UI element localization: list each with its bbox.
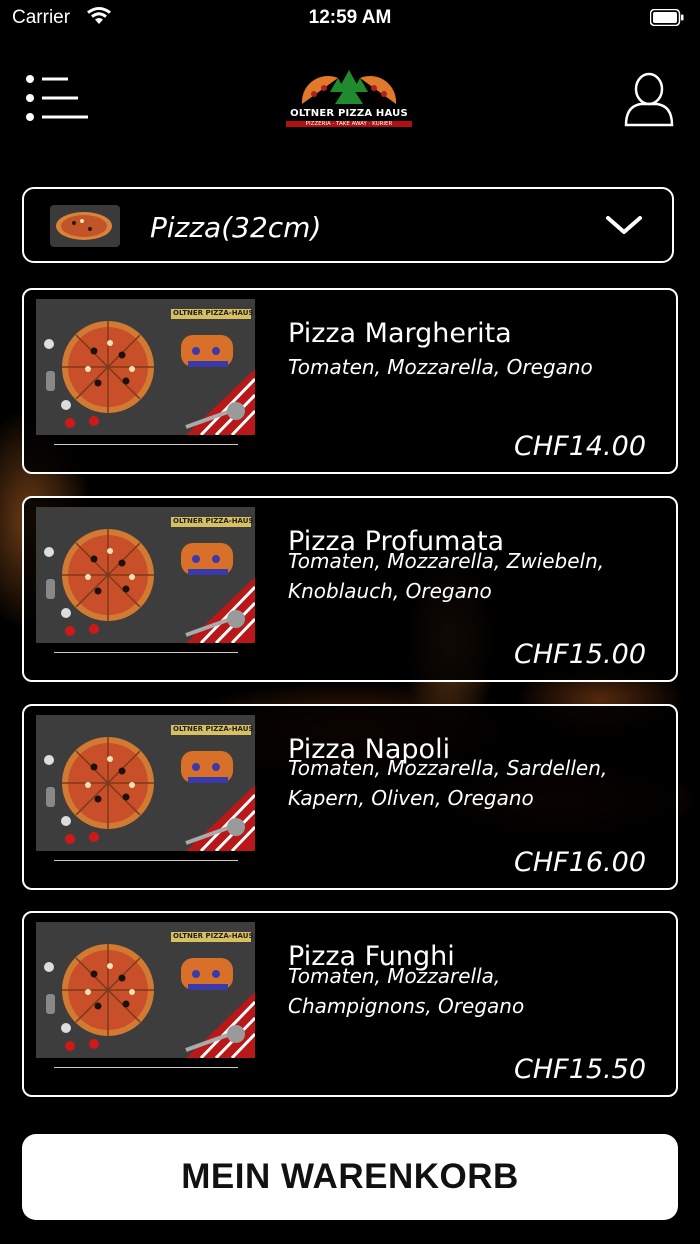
item-name: Pizza Margherita [288, 318, 512, 349]
item-description: Champignons, Oregano [288, 994, 525, 1018]
menu-item-card[interactable]: OLTNER PIZZA-HAUS Pizza Napoli Tomaten, M… [22, 704, 678, 890]
menu-item-card[interactable]: OLTNER PIZZA-HAUS Pizza Profumata Tomaten… [22, 496, 678, 682]
logo-subtitle: PIZZERIA · TAKE AWAY · KURIER [286, 121, 412, 127]
item-description: Knoblauch, Oregano [288, 579, 492, 603]
item-price: CHF15.00 [514, 639, 646, 670]
thumbnail-brand-text: OLTNER PIZZA-HAUS [173, 517, 254, 525]
cart-button[interactable]: MEIN WARENKORB [22, 1134, 678, 1220]
pizza-image [36, 299, 255, 435]
thumbnail-brand-text: OLTNER PIZZA-HAUS [173, 932, 254, 940]
user-profile-icon[interactable] [623, 72, 675, 128]
item-description: Tomaten, Mozzarella, Zwiebeln, [288, 549, 605, 573]
item-description: Tomaten, Mozzarella, [288, 964, 501, 988]
logo-graphic [301, 70, 397, 104]
pizza-image [36, 715, 255, 851]
status-time: 12:59 AM [308, 7, 392, 28]
item-price: CHF15.50 [514, 1054, 646, 1085]
divider [54, 444, 238, 445]
category-thumbnail [50, 205, 120, 247]
thumbnail-brand-text: OLTNER PIZZA-HAUS [173, 309, 254, 317]
hamburger-menu-icon[interactable] [24, 74, 90, 122]
status-bar: Carrier 12:59 AM [0, 0, 700, 36]
category-selector[interactable]: Pizza(32cm) [22, 187, 674, 263]
item-description: Tomaten, Mozzarella, Oregano [288, 355, 593, 379]
menu-item-card[interactable]: OLTNER PIZZA-HAUS Pizza Funghi Tomaten, M… [22, 911, 678, 1097]
brand-logo: OLTNER PIZZA HAUS PIZZERIA · TAKE AWAY ·… [286, 68, 412, 132]
item-price: CHF16.00 [514, 847, 646, 878]
pizza-image [36, 922, 255, 1058]
pizza-thumbnail: OLTNER PIZZA-HAUS [36, 922, 255, 1058]
item-description: Kapern, Oliven, Oregano [288, 786, 534, 810]
pizza-image [36, 507, 255, 643]
thumbnail-brand-text: OLTNER PIZZA-HAUS [173, 725, 254, 733]
chevron-down-icon [606, 216, 642, 234]
item-description: Tomaten, Mozzarella, Sardellen, [288, 756, 608, 780]
pizza-thumbnail: OLTNER PIZZA-HAUS [36, 715, 255, 851]
category-label: Pizza(32cm) [150, 211, 322, 244]
pizza-thumbnail: OLTNER PIZZA-HAUS [36, 507, 255, 643]
divider [54, 860, 238, 861]
battery-icon [650, 9, 684, 26]
item-price: CHF14.00 [514, 431, 646, 462]
menu-item-card[interactable]: OLTNER PIZZA-HAUS Pizza Margherita Tomate… [22, 288, 678, 474]
pizza-thumbnail: OLTNER PIZZA-HAUS [36, 299, 255, 435]
divider [54, 1067, 238, 1068]
divider [54, 652, 238, 653]
logo-title: OLTNER PIZZA HAUS [290, 108, 408, 119]
